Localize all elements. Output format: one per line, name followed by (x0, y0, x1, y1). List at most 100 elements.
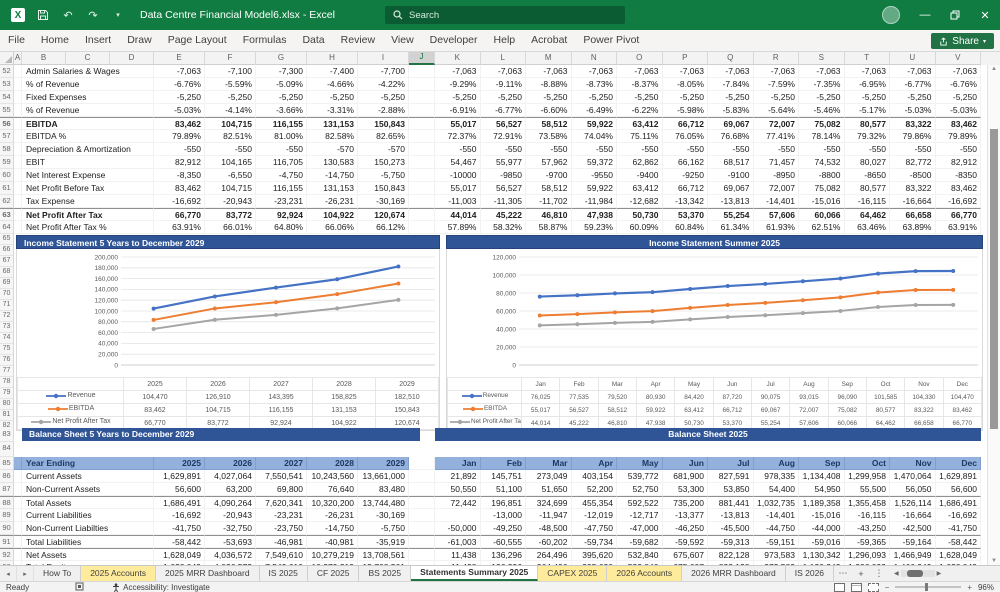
new-sheet-icon[interactable]: + (852, 566, 870, 581)
cell-year-value[interactable]: -7,300 (256, 65, 307, 78)
cell-year-value[interactable]: 7,620,341 (256, 496, 307, 509)
cell-year-value[interactable]: 10,279,219 (307, 548, 358, 561)
cell-month-value[interactable]: 60.84% (662, 221, 708, 234)
cell-month-value[interactable]: -5.03% (935, 104, 981, 117)
cell-month-value[interactable]: -6.76% (935, 78, 981, 91)
cell-year-value[interactable]: -5,250 (358, 91, 409, 104)
cell-year-value[interactable]: 81.00% (256, 130, 307, 143)
row-label[interactable]: Net Profit After Tax (22, 208, 154, 221)
cell-month-value[interactable]: 53,850 (708, 483, 754, 496)
cell-year-value[interactable]: -53,693 (205, 535, 256, 548)
cell-month-value[interactable]: 455,354 (571, 496, 617, 509)
cell-month-value[interactable]: -42,500 (890, 522, 936, 535)
cell-year-value[interactable]: -58,442 (154, 535, 205, 548)
cell-month-value[interactable]: 59,372 (571, 156, 617, 169)
cell-year-value[interactable]: -14,750 (307, 169, 358, 182)
row-header-62[interactable]: 62 (0, 195, 14, 208)
month-column-header[interactable]: Oct (844, 457, 890, 470)
balance-sheet-5yr-title[interactable]: Balance Sheet 5 Years to December 2029 (22, 428, 420, 441)
ribbon-tab-page-layout[interactable]: Page Layout (160, 30, 235, 51)
cell-year-value[interactable]: -26,231 (307, 509, 358, 522)
cell-month-value[interactable]: -6.77% (480, 104, 526, 117)
column-header-B[interactable]: B (22, 52, 66, 65)
row-header-55[interactable]: 55 (0, 104, 14, 117)
cell-year-value[interactable]: 66,770 (154, 208, 205, 221)
month-column-header[interactable]: Jan (435, 457, 481, 470)
ribbon-tab-insert[interactable]: Insert (77, 30, 119, 51)
cell-month-value[interactable]: 21,892 (435, 470, 481, 483)
row-header-69[interactable]: 69 (0, 278, 13, 289)
row-label[interactable]: Admin Salaries & Wages (22, 65, 154, 78)
row-header-80[interactable]: 80 (0, 399, 13, 410)
cell-year-value[interactable]: 64.80% (256, 221, 307, 234)
row-label[interactable]: Net Profit Before Tax (22, 182, 154, 195)
cell-month-value[interactable]: -550 (617, 143, 663, 156)
cell-month-value[interactable]: 83,322 (890, 182, 936, 195)
cell-month-value[interactable]: 60.09% (617, 221, 663, 234)
cell-month-value[interactable]: 54,400 (753, 483, 799, 496)
cell-month-value[interactable]: -5.46% (799, 104, 845, 117)
cell-month-value[interactable]: 77.41% (753, 130, 799, 143)
cell-month-value[interactable]: 56,527 (480, 182, 526, 195)
row-header-59[interactable]: 59 (0, 156, 14, 169)
close-icon[interactable]: ✕ (970, 0, 1000, 30)
column-header-F[interactable]: F (205, 52, 256, 65)
cell-month-value[interactable]: -9550 (571, 169, 617, 182)
cell-month-value[interactable]: 62,862 (617, 156, 663, 169)
cell-month-value[interactable]: -7.59% (753, 78, 799, 91)
cell-year-value[interactable]: -570 (358, 143, 409, 156)
cell-year-value[interactable]: -5,750 (358, 169, 409, 182)
cell-month-value[interactable]: -550 (844, 143, 890, 156)
cell-month-value[interactable]: 1,130,342 (799, 548, 845, 561)
cell-month-value[interactable]: 75,082 (799, 182, 845, 195)
row-label[interactable]: Non-Current Assets (22, 483, 154, 496)
cell-month-value[interactable]: -46,250 (662, 522, 708, 535)
cell-month-value[interactable]: -59,592 (662, 535, 708, 548)
cell[interactable] (14, 483, 22, 496)
cell-month-value[interactable]: -550 (708, 143, 754, 156)
cell[interactable] (409, 483, 435, 496)
column-header-H[interactable]: H (307, 52, 358, 65)
cell-year-value[interactable]: -4.22% (358, 78, 409, 91)
sheet-tab-2026-accounts[interactable]: 2026 Accounts (607, 566, 683, 581)
row-label[interactable]: EBIT (22, 156, 154, 169)
cell-month-value[interactable]: 75,082 (799, 117, 845, 130)
cell-month-value[interactable]: 72.91% (480, 130, 526, 143)
cell-year-value[interactable]: 4,090,264 (205, 496, 256, 509)
row-header-92[interactable]: 92 (0, 548, 14, 561)
cell-year-value[interactable]: 4,036,572 (205, 548, 256, 561)
cell-year-value[interactable]: -5,250 (205, 91, 256, 104)
cell[interactable] (409, 221, 435, 234)
cell-year-value[interactable]: 10,320,200 (307, 496, 358, 509)
year-column-header[interactable]: 2027 (256, 457, 307, 470)
cell[interactable] (14, 104, 22, 117)
cell[interactable] (409, 78, 435, 91)
cell-month-value[interactable]: -16,692 (935, 509, 981, 522)
cell-month-value[interactable]: -11,305 (480, 195, 526, 208)
cell-month-value[interactable]: -59,682 (617, 535, 663, 548)
cell-month-value[interactable]: 72,442 (435, 496, 481, 509)
cell-month-value[interactable]: -13,342 (662, 195, 708, 208)
cell-month-value[interactable]: -7.35% (799, 78, 845, 91)
cell-year-value[interactable]: 66.01% (205, 221, 256, 234)
cell-month-value[interactable]: -12,717 (617, 509, 663, 522)
sheet-tab-is-2025[interactable]: IS 2025 (260, 566, 308, 581)
cell-month-value[interactable]: 72.37% (435, 130, 481, 143)
cell[interactable] (409, 535, 435, 548)
cell-month-value[interactable]: -59,016 (799, 535, 845, 548)
cell-month-value[interactable]: 532,840 (617, 548, 663, 561)
row-header-91[interactable]: 91 (0, 535, 14, 548)
cell-month-value[interactable]: 1,466,949 (890, 548, 936, 561)
cell-month-value[interactable]: 82,772 (890, 156, 936, 169)
minimize-icon[interactable]: — (910, 0, 940, 30)
cell-month-value[interactable]: -5.83% (708, 104, 754, 117)
cell-month-value[interactable]: -7,063 (890, 65, 936, 78)
cell-month-value[interactable]: 72,007 (753, 117, 799, 130)
cell[interactable] (409, 548, 435, 561)
cell-month-value[interactable]: -9100 (708, 169, 754, 182)
sheet-tab-2025-accounts[interactable]: 2025 Accounts (81, 566, 156, 581)
cell-year-value[interactable]: 83,480 (358, 483, 409, 496)
row-label[interactable]: Fixed Expenses (22, 91, 154, 104)
cell[interactable] (409, 509, 435, 522)
sheet-tab-is-2026[interactable]: IS 2026 (786, 566, 835, 581)
